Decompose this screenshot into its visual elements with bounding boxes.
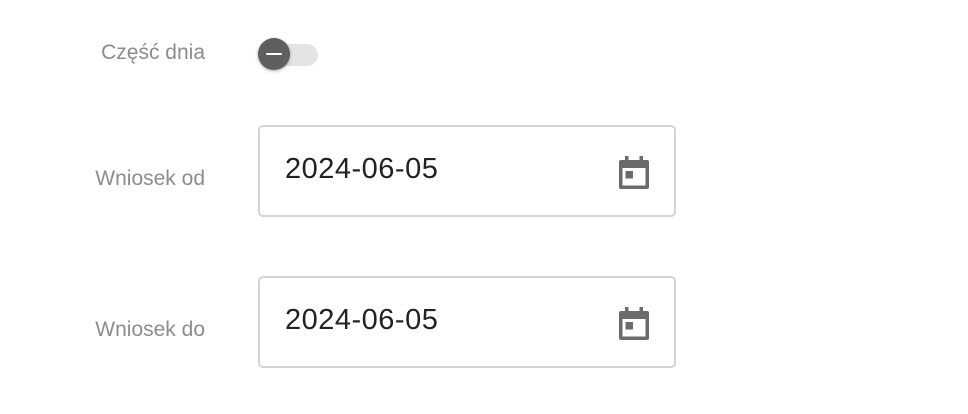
date-to-field[interactable]: 2024-06-05 [258,276,676,368]
date-to-value: 2024-06-05 [285,304,439,336]
part-day-toggle[interactable] [258,36,320,70]
date-from-field[interactable]: 2024-06-05 [258,125,676,217]
date-from-value: 2024-06-05 [285,153,439,185]
date-to-label: Wniosek do [95,318,205,341]
calendar-icon[interactable] [617,306,651,342]
minus-icon [258,38,290,70]
calendar-icon[interactable] [617,155,651,191]
date-from-label: Wniosek od [95,167,205,190]
part-day-label: Część dnia [101,41,205,64]
